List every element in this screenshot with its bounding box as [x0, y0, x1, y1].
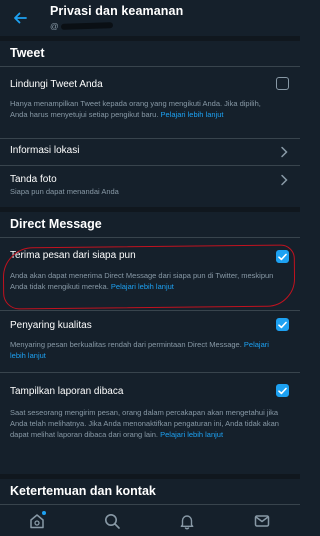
checkmark-icon — [278, 387, 287, 394]
section-header-direct-message: Direct Message — [0, 207, 300, 237]
section-title-tweet: Tweet — [10, 46, 45, 60]
top-bar: Privasi dan keamanan @ — [0, 0, 300, 36]
nav-search-button[interactable] — [102, 511, 122, 531]
setting-title: Tanda foto — [10, 174, 57, 185]
protect-tweets-checkbox[interactable] — [276, 77, 289, 90]
setting-read-receipts[interactable]: Tampilkan laporan dibaca Saat seseorang … — [0, 373, 300, 465]
learn-more-link[interactable]: Pelajari lebih lanjut — [111, 282, 174, 291]
new-content-dot — [42, 511, 46, 515]
page-title: Privasi dan keamanan — [50, 4, 184, 18]
chevron-right-icon — [281, 174, 288, 186]
checkmark-icon — [278, 253, 287, 260]
nav-home-button[interactable] — [27, 511, 47, 531]
learn-more-link[interactable]: Pelajari lebih lanjut — [161, 110, 224, 119]
quality-filter-checkbox[interactable] — [276, 318, 289, 331]
read-receipts-checkbox[interactable] — [276, 384, 289, 397]
handle-prefix: @ — [50, 21, 59, 31]
section-title-discoverability: Ketertemuan dan kontak — [10, 484, 156, 498]
checkmark-icon — [278, 321, 287, 328]
setting-title: Tampilkan laporan dibaca — [10, 386, 124, 397]
section-header-tweet: Tweet — [0, 36, 300, 66]
section-title-direct-message: Direct Message — [10, 217, 102, 231]
bottom-navigation — [0, 504, 300, 536]
learn-more-link[interactable]: Pelajari lebih lanjut — [160, 430, 223, 439]
setting-title: Informasi lokasi — [10, 145, 80, 156]
setting-photo-tagging[interactable]: Tanda foto Siapa pun dapat menandai Anda — [0, 166, 300, 204]
setting-description: Hanya menampilkan Tweet kepada orang yan… — [10, 98, 280, 120]
search-icon — [105, 514, 120, 529]
notifications-icon — [180, 515, 194, 530]
nav-notifications-button[interactable] — [177, 511, 197, 531]
setting-location-info[interactable]: Informasi lokasi — [0, 139, 300, 165]
setting-description: Menyaring pesan berkualitas rendah dari … — [10, 339, 280, 361]
setting-protect-tweets[interactable]: Lindungi Tweet Anda Hanya menampilkan Tw… — [0, 67, 300, 138]
back-button[interactable] — [10, 10, 30, 26]
setting-description: Siapa pun dapat menandai Anda — [10, 187, 119, 196]
setting-description: Anda akan dapat menerima Direct Message … — [10, 270, 280, 292]
setting-quality-filter[interactable]: Penyaring kualitas Menyaring pesan berku… — [0, 311, 300, 372]
desc-text: Saat seseorang mengirim pesan, orang dal… — [10, 408, 279, 439]
privacy-settings-screen: Privasi dan keamanan @ Tweet Lindungi Tw… — [0, 0, 300, 536]
setting-title: Lindungi Tweet Anda — [10, 79, 103, 90]
chevron-right-icon — [281, 146, 288, 158]
section-header-discoverability: Ketertemuan dan kontak — [0, 474, 300, 504]
desc-text: Menyaring pesan berkualitas rendah dari … — [10, 340, 242, 349]
account-handle: @ — [50, 21, 113, 31]
setting-description: Saat seseorang mengirim pesan, orang dal… — [10, 407, 280, 440]
receive-messages-checkbox[interactable] — [276, 250, 289, 263]
setting-title: Terima pesan dari siapa pun — [10, 250, 136, 261]
back-arrow-icon — [14, 12, 27, 24]
messages-icon — [254, 515, 270, 527]
redacted-handle — [60, 22, 113, 30]
setting-title: Penyaring kualitas — [10, 320, 92, 331]
setting-receive-messages[interactable]: Terima pesan dari siapa pun Anda akan da… — [0, 238, 300, 310]
nav-messages-button[interactable] — [252, 511, 272, 531]
